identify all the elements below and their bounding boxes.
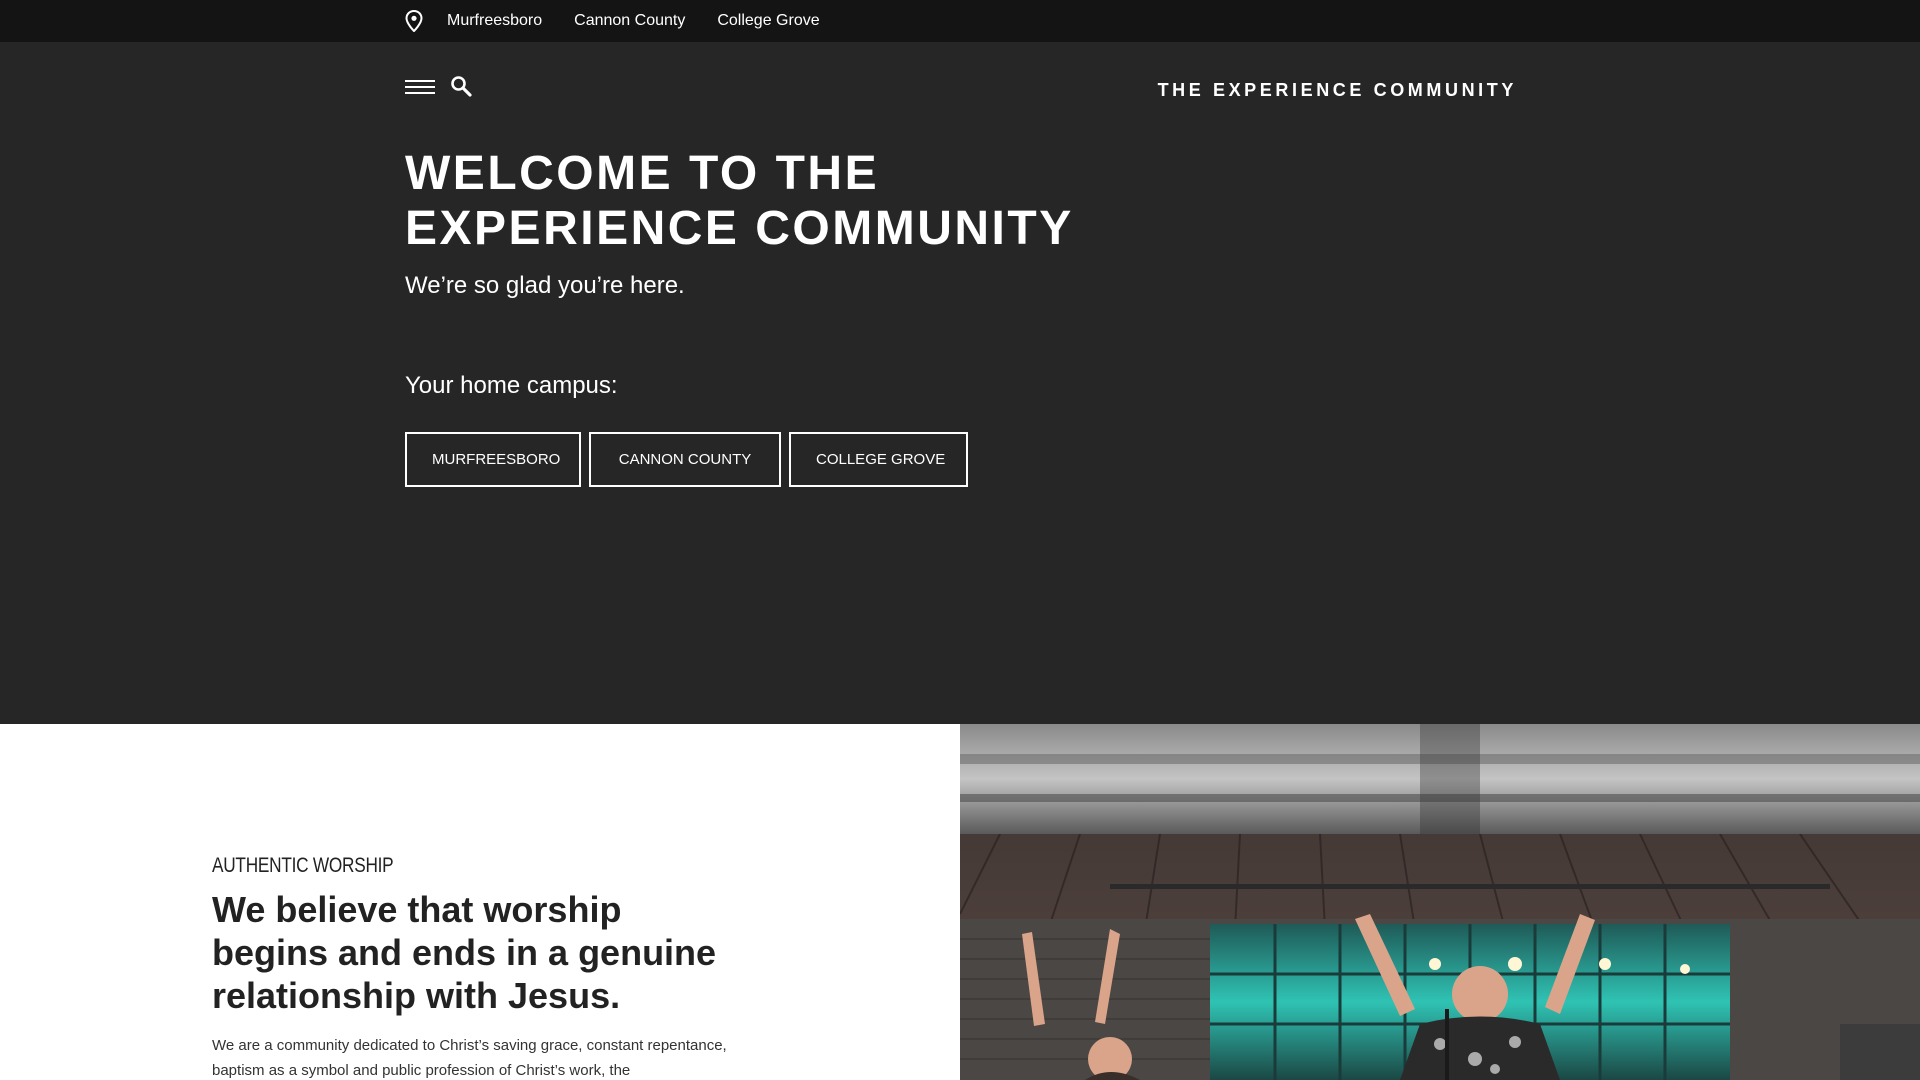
hero-subtitle: We’re so glad you’re here. bbox=[405, 272, 685, 299]
campus-bar: Murfreesboro Cannon County College Grove bbox=[0, 0, 1920, 42]
home-campus-label: Your home campus: bbox=[405, 372, 618, 399]
hero-title: WELCOME TO THE EXPERIENCE COMMUNITY bbox=[405, 147, 1074, 255]
campus-link-college-grove[interactable]: College Grove bbox=[717, 12, 819, 30]
worship-text-block: AUTHENTIC WORSHIP We believe that worshi… bbox=[212, 854, 752, 1080]
worship-photo bbox=[960, 724, 1920, 1080]
worship-body: We are a community dedicated to Christ’s… bbox=[212, 1037, 727, 1079]
hero-section: THE EXPERIENCE COMMUNITY WELCOME TO THE … bbox=[0, 42, 1920, 724]
search-icon[interactable] bbox=[450, 75, 472, 97]
worship-heading: We believe that worship begins and ends … bbox=[212, 889, 717, 1016]
worship-eyebrow: AUTHENTIC WORSHIP bbox=[212, 854, 394, 877]
brand-logo[interactable]: THE EXPERIENCE COMMUNITY bbox=[1158, 80, 1517, 101]
campus-button-group: MURFREESBORO CANNON COUNTY COLLEGE GROVE bbox=[405, 432, 976, 487]
college-grove-button[interactable]: COLLEGE GROVE bbox=[789, 432, 968, 487]
campus-bar-inner: Murfreesboro Cannon County College Grove bbox=[405, 0, 852, 42]
worship-section: AUTHENTIC WORSHIP We believe that worshi… bbox=[0, 724, 1920, 1080]
cannon-county-button[interactable]: CANNON COUNTY bbox=[589, 432, 781, 487]
worship-photo-illustration bbox=[960, 724, 1920, 1080]
campus-link-murfreesboro[interactable]: Murfreesboro bbox=[447, 12, 542, 30]
murfreesboro-button[interactable]: MURFREESBORO bbox=[405, 432, 581, 487]
hamburger-menu-icon[interactable] bbox=[405, 78, 435, 96]
campus-link-cannon-county[interactable]: Cannon County bbox=[574, 12, 685, 30]
map-pin-icon bbox=[405, 10, 423, 32]
